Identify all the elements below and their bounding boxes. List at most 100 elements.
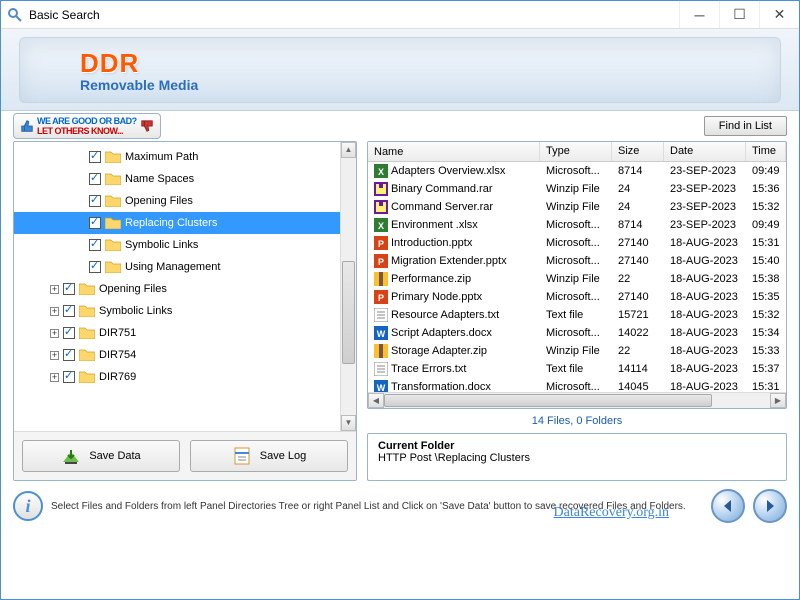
scroll-thumb[interactable] [342, 261, 355, 364]
tree-item[interactable]: Using Management [14, 256, 356, 278]
col-date[interactable]: Date [664, 142, 746, 161]
list-row[interactable]: Command Server.rarWinzip File2423-SEP-20… [368, 198, 786, 216]
current-folder-label: Current Folder [378, 440, 776, 452]
file-type: Text file [540, 363, 612, 375]
checkbox[interactable] [63, 305, 75, 317]
tree-item[interactable]: Replacing Clusters [14, 212, 356, 234]
save-data-button[interactable]: Save Data [22, 440, 180, 472]
nav-forward-button[interactable] [753, 489, 787, 523]
checkbox[interactable] [89, 195, 101, 207]
list-row[interactable]: Script Adapters.docxMicrosoft...1402218-… [368, 324, 786, 342]
list-row[interactable]: Environment .xlsxMicrosoft...871423-SEP-… [368, 216, 786, 234]
checkbox[interactable] [89, 217, 101, 229]
file-date: 18-AUG-2023 [664, 363, 746, 375]
list-row[interactable]: Transformation.docxMicrosoft...1404518-A… [368, 378, 786, 392]
folder-icon [79, 305, 95, 317]
file-date: 23-SEP-2023 [664, 201, 746, 213]
file-time: 15:35 [746, 291, 786, 303]
list-row[interactable]: Trace Errors.txtText file1411418-AUG-202… [368, 360, 786, 378]
tree-item[interactable]: +DIR769 [14, 366, 356, 388]
col-name[interactable]: Name [368, 142, 540, 161]
find-in-list-button[interactable]: Find in List [704, 116, 787, 136]
tree-item[interactable]: Symbolic Links [14, 234, 356, 256]
tree-label: Symbolic Links [99, 305, 172, 317]
tree-expand-icon[interactable]: + [50, 285, 59, 294]
footer: i Select Files and Folders from left Pan… [1, 483, 799, 529]
file-size: 14045 [612, 381, 664, 392]
file-list-panel: Name Type Size Date Time Adapters Overvi… [367, 141, 787, 409]
tree-label: Using Management [125, 261, 220, 273]
list-scrollbar-h[interactable]: ◀ ▶ [368, 392, 786, 408]
checkbox[interactable] [63, 349, 75, 361]
col-size[interactable]: Size [612, 142, 664, 161]
nav-back-button[interactable] [711, 489, 745, 523]
tree-label: Maximum Path [125, 151, 198, 163]
minimize-button[interactable]: ─ [679, 1, 719, 28]
tree-expand-icon[interactable]: + [50, 351, 59, 360]
tree-item[interactable]: +DIR754 [14, 344, 356, 366]
save-log-button[interactable]: Save Log [190, 440, 348, 472]
checkbox[interactable] [89, 151, 101, 163]
tree-panel: Maximum Path Name SpacesOpening FilesRepl… [13, 141, 357, 481]
folder-icon [79, 327, 95, 339]
checkbox[interactable] [89, 173, 101, 185]
file-name: Script Adapters.docx [391, 327, 492, 339]
scroll-right-button[interactable]: ▶ [770, 393, 786, 408]
thumb-up-icon [20, 119, 34, 133]
file-time: 09:49 [746, 165, 786, 177]
list-row[interactable]: Primary Node.pptxMicrosoft...2714018-AUG… [368, 288, 786, 306]
close-button[interactable]: ✕ [759, 1, 799, 28]
file-size: 27140 [612, 255, 664, 267]
file-time: 15:37 [746, 363, 786, 375]
tree-scrollbar[interactable]: ▲ ▼ [340, 142, 356, 431]
checkbox[interactable] [63, 327, 75, 339]
maximize-button[interactable]: ☐ [719, 1, 759, 28]
list-row[interactable]: Storage Adapter.zipWinzip File2218-AUG-2… [368, 342, 786, 360]
feedback-button[interactable]: WE ARE GOOD OR BAD? LET OTHERS KNOW... [13, 113, 161, 139]
col-time[interactable]: Time [746, 142, 786, 161]
tree-expand-icon[interactable]: + [50, 307, 59, 316]
footer-tip: Select Files and Folders from left Panel… [51, 501, 703, 512]
arrow-right-icon [762, 498, 778, 514]
tree-expand-icon[interactable]: + [50, 329, 59, 338]
file-type: Winzip File [540, 183, 612, 195]
list-row[interactable]: Migration Extender.pptxMicrosoft...27140… [368, 252, 786, 270]
file-type: Winzip File [540, 345, 612, 357]
file-date: 18-AUG-2023 [664, 345, 746, 357]
file-size: 22 [612, 345, 664, 357]
file-type: Microsoft... [540, 237, 612, 249]
file-name: Resource Adapters.txt [391, 309, 499, 321]
scroll-left-button[interactable]: ◀ [368, 393, 384, 408]
file-type: Microsoft... [540, 327, 612, 339]
scroll-thumb-h[interactable] [384, 394, 712, 407]
checkbox[interactable] [89, 239, 101, 251]
brand-subtitle: Removable Media [80, 77, 780, 93]
tree-item[interactable]: + Symbolic Links [14, 300, 356, 322]
file-size: 8714 [612, 165, 664, 177]
list-row[interactable]: Adapters Overview.xlsxMicrosoft...871423… [368, 162, 786, 180]
file-type: Winzip File [540, 273, 612, 285]
tree-item[interactable]: +DIR751 [14, 322, 356, 344]
file-date: 18-AUG-2023 [664, 309, 746, 321]
tree-expand-icon[interactable]: + [50, 373, 59, 382]
tree-item[interactable]: Maximum Path [14, 146, 356, 168]
folder-icon [79, 371, 95, 383]
file-date: 23-SEP-2023 [664, 219, 746, 231]
file-size: 24 [612, 183, 664, 195]
scroll-down-button[interactable]: ▼ [341, 415, 356, 431]
col-type[interactable]: Type [540, 142, 612, 161]
list-row[interactable]: Introduction.pptxMicrosoft...2714018-AUG… [368, 234, 786, 252]
tree-item[interactable]: Opening Files [14, 190, 356, 212]
list-row[interactable]: Performance.zipWinzip File2218-AUG-20231… [368, 270, 786, 288]
checkbox[interactable] [63, 371, 75, 383]
checkbox[interactable] [89, 261, 101, 273]
file-date: 23-SEP-2023 [664, 165, 746, 177]
tree-item[interactable]: +Opening Files [14, 278, 356, 300]
list-row[interactable]: Binary Command.rarWinzip File2423-SEP-20… [368, 180, 786, 198]
file-time: 15:33 [746, 345, 786, 357]
scroll-up-button[interactable]: ▲ [341, 142, 356, 158]
file-name: Binary Command.rar [391, 183, 492, 195]
list-row[interactable]: Resource Adapters.txtText file1572118-AU… [368, 306, 786, 324]
tree-item[interactable]: Name Spaces [14, 168, 356, 190]
checkbox[interactable] [63, 283, 75, 295]
